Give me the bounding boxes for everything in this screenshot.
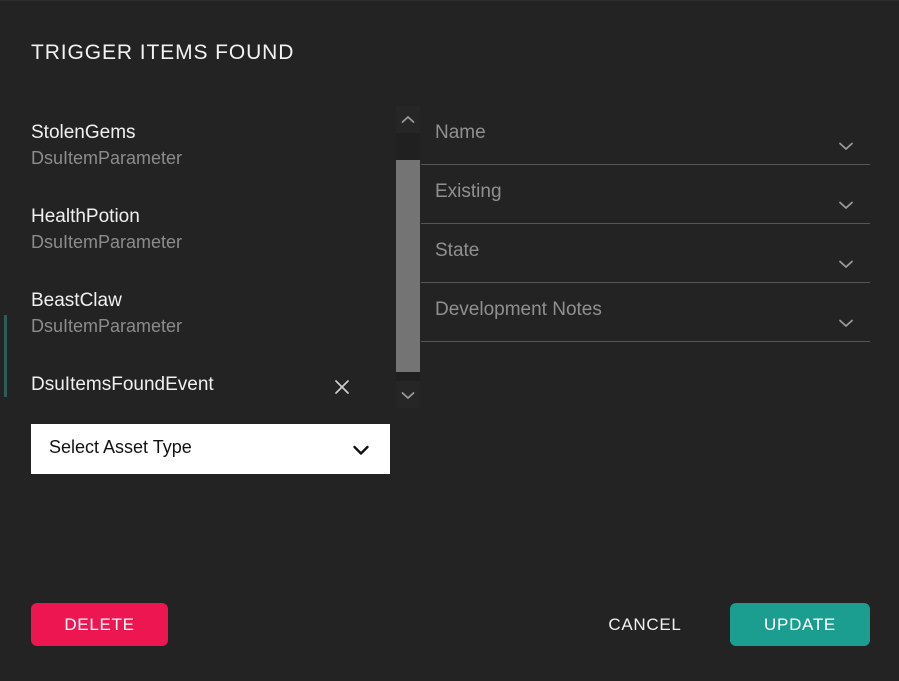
page-title: TRIGGER ITEMS FOUND <box>31 41 295 64</box>
cancel-button[interactable]: CANCEL <box>586 603 704 646</box>
trigger-items-list[interactable]: StolenGems DsuItemParameter HealthPotion… <box>31 120 391 412</box>
chevron-down-icon[interactable] <box>350 439 372 461</box>
scrollbar-track[interactable] <box>396 133 420 381</box>
field-panel: Name Existing State Development Notes <box>421 106 870 342</box>
chevron-down-icon[interactable] <box>836 136 856 156</box>
scrollbar-up-button[interactable] <box>396 106 420 133</box>
field-row-development-notes[interactable]: Development Notes <box>421 283 870 342</box>
left-edge-accent <box>4 315 7 397</box>
list-item-name: HealthPotion <box>31 206 140 227</box>
close-icon[interactable] <box>331 376 353 398</box>
asset-type-select[interactable]: Select Asset Type <box>31 424 390 474</box>
scrollbar-down-button[interactable] <box>396 381 420 408</box>
field-row-state[interactable]: State <box>421 224 870 283</box>
list-item-name: BeastClaw <box>31 290 122 311</box>
list-item[interactable]: BeastClaw DsuItemParameter <box>31 288 391 372</box>
chevron-down-icon[interactable] <box>836 313 856 333</box>
list-scrollbar[interactable] <box>396 106 420 408</box>
scrollbar-thumb[interactable] <box>396 160 420 372</box>
list-item[interactable]: StolenGems DsuItemParameter <box>31 120 391 204</box>
list-item-event[interactable]: DsuItemsFoundEvent <box>31 372 391 412</box>
field-label: Existing <box>435 181 502 202</box>
field-row-existing[interactable]: Existing <box>421 165 870 224</box>
field-row-name[interactable]: Name <box>421 106 870 165</box>
list-item-type: DsuItemParameter <box>31 232 183 252</box>
dialog-top-divider <box>0 0 899 1</box>
update-button[interactable]: UPDATE <box>730 603 870 646</box>
chevron-down-icon[interactable] <box>836 254 856 274</box>
field-label: State <box>435 240 480 261</box>
asset-type-select-value: Select Asset Type <box>49 437 192 457</box>
list-item-name: StolenGems <box>31 122 136 143</box>
chevron-down-icon[interactable] <box>836 195 856 215</box>
list-item-type: DsuItemParameter <box>31 148 183 168</box>
trigger-items-dialog: TRIGGER ITEMS FOUND StolenGems DsuItemPa… <box>0 0 899 681</box>
delete-button[interactable]: DELETE <box>31 603 168 646</box>
list-item[interactable]: HealthPotion DsuItemParameter <box>31 204 391 288</box>
field-label: Name <box>435 122 486 143</box>
field-label: Development Notes <box>435 299 602 320</box>
list-item-type: DsuItemParameter <box>31 316 183 336</box>
